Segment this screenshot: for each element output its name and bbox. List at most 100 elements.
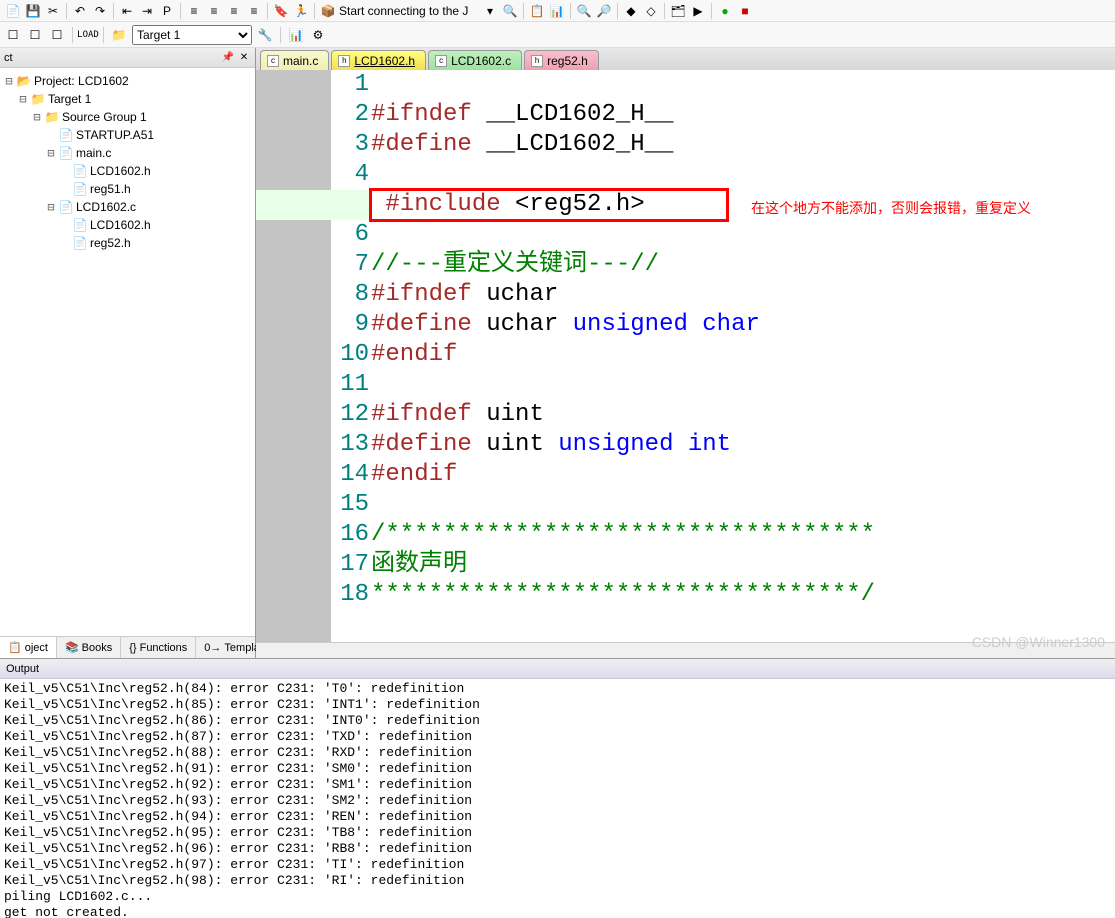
file-icon: 📄 — [72, 218, 88, 232]
file-icon: 📄 — [72, 236, 88, 250]
tool-icon[interactable]: ⇥ — [138, 2, 156, 20]
options-icon[interactable]: 🔧 — [256, 26, 274, 44]
pin-icon[interactable]: 📌 — [221, 51, 235, 65]
tab-label: reg52.h — [547, 54, 588, 68]
tool-icon[interactable]: 📄 — [4, 2, 22, 20]
tree-toggle[interactable]: ⊟ — [44, 200, 58, 214]
config-icon[interactable]: ⚙ — [309, 26, 327, 44]
tab-books[interactable]: 📚 Books — [57, 637, 121, 658]
tab-label: Books — [82, 642, 113, 654]
tree-label[interactable]: LCD1602.h — [90, 164, 151, 178]
separator — [617, 3, 618, 19]
tool-icon[interactable]: ≡ — [205, 2, 223, 20]
toolbar-row-2: ☐ ☐ ☐ LOAD 📁 Target 1 🔧 📊 ⚙ — [0, 22, 1115, 48]
separator — [280, 27, 281, 43]
tree-label[interactable]: reg51.h — [90, 182, 131, 196]
tree-label[interactable]: main.c — [76, 146, 111, 160]
tool-icon[interactable]: ✂ — [44, 2, 62, 20]
tab-main-c[interactable]: c main.c — [260, 50, 329, 70]
separator — [113, 3, 114, 19]
templates-icon: 0→ — [204, 642, 221, 654]
output-body[interactable]: Keil_v5\C51\Inc\reg52.h(84): error C231:… — [0, 679, 1115, 918]
tool-icon[interactable]: 🔖 — [272, 2, 290, 20]
file-icon: 📄 — [72, 182, 88, 196]
tool-icon[interactable]: ● — [716, 2, 734, 20]
tool-icon[interactable]: 💾 — [24, 2, 42, 20]
separator — [523, 3, 524, 19]
tool-icon[interactable]: 🗂 — [669, 2, 687, 20]
tree-label[interactable]: Source Group 1 — [62, 110, 147, 124]
panel-title: ct — [4, 52, 13, 64]
code-body[interactable]: 在这个地方不能添加，否则会报错，重复定义 #ifndef __LCD1602_H… — [371, 70, 1115, 642]
tool-icon[interactable]: 📊 — [548, 2, 566, 20]
tool-icon[interactable]: ≡ — [185, 2, 203, 20]
toolbar-row-1: 📄 💾 ✂ ↶ ↷ ⇤ ⇥ P ≡ ≡ ≡ ≡ 🔖 🏃 📦 Start conn… — [0, 0, 1115, 22]
tab-project[interactable]: 📋 oject — [0, 637, 57, 658]
tree-label[interactable]: Project: LCD1602 — [34, 74, 129, 88]
tab-lcd1602-c[interactable]: c LCD1602.c — [428, 50, 522, 70]
zoom-out-icon[interactable]: 🔎 — [595, 2, 613, 20]
separator — [711, 3, 712, 19]
tab-label: LCD1602.c — [451, 54, 511, 68]
separator — [267, 3, 268, 19]
tool-icon[interactable]: 🔍 — [501, 2, 519, 20]
tree-toggle[interactable]: ⊟ — [2, 74, 16, 88]
tool-icon[interactable]: ≡ — [225, 2, 243, 20]
project-icon: 📂 — [16, 74, 32, 88]
output-title: Output — [6, 663, 39, 675]
target-icon[interactable]: 📁 — [110, 26, 128, 44]
tool-icon[interactable]: 🏃 — [292, 2, 310, 20]
main-area: ct 📌 ✕ ⊟ 📂 Project: LCD1602 ⊟ 📁 Target 1… — [0, 48, 1115, 658]
tab-functions[interactable]: {} Functions — [121, 637, 196, 658]
tree-toggle[interactable]: ⊟ — [16, 92, 30, 106]
tool-icon[interactable]: ⇤ — [118, 2, 136, 20]
tool-icon[interactable]: P — [158, 2, 176, 20]
line-number-gutter: 123456789101112131415161718 — [331, 70, 371, 642]
download-icon[interactable]: LOAD — [79, 26, 97, 44]
tool-icon[interactable]: ▶ — [689, 2, 707, 20]
tool-icon[interactable]: ■ — [736, 2, 754, 20]
output-header: Output — [0, 659, 1115, 679]
tree-toggle[interactable]: ⊟ — [30, 110, 44, 124]
manage-icon[interactable]: 📊 — [287, 26, 305, 44]
rebuild-icon[interactable]: ☐ — [48, 26, 66, 44]
editor-area: c main.c h LCD1602.h c LCD1602.c h reg52… — [256, 48, 1115, 658]
target-select[interactable]: Target 1 — [132, 25, 252, 45]
close-icon[interactable]: ✕ — [237, 51, 251, 65]
books-icon: 📚 — [65, 641, 79, 654]
file-icon: h — [531, 55, 543, 67]
tab-label: oject — [25, 642, 48, 654]
tab-reg52-h[interactable]: h reg52.h — [524, 50, 599, 70]
tool-icon[interactable]: ↶ — [71, 2, 89, 20]
tool-icon[interactable]: ◇ — [642, 2, 660, 20]
tool-icon[interactable]: ≡ — [245, 2, 263, 20]
build-all-icon[interactable]: ☐ — [26, 26, 44, 44]
tree-label[interactable]: reg52.h — [90, 236, 131, 250]
separator — [664, 3, 665, 19]
tool-icon[interactable]: ▾ — [481, 2, 499, 20]
project-tree[interactable]: ⊟ 📂 Project: LCD1602 ⊟ 📁 Target 1 ⊟ 📁 So… — [0, 68, 255, 636]
tree-label[interactable]: LCD1602.h — [90, 218, 151, 232]
tool-icon[interactable]: 📋 — [528, 2, 546, 20]
panel-tab-strip: 📋 oject 📚 Books {} Functions 0→ Template… — [0, 636, 255, 658]
tree-label[interactable]: STARTUP.A51 — [76, 128, 154, 142]
tab-label: Functions — [140, 642, 188, 654]
separator — [314, 3, 315, 19]
file-icon: 📄 — [58, 146, 74, 160]
file-icon: 📄 — [58, 128, 74, 142]
tab-lcd1602-h[interactable]: h LCD1602.h — [331, 50, 426, 70]
tree-label[interactable]: Target 1 — [48, 92, 91, 106]
tree-label[interactable]: LCD1602.c — [76, 200, 136, 214]
separator — [103, 27, 104, 43]
annotation-text: 在这个地方不能添加，否则会报错，重复定义 — [751, 198, 1031, 218]
tool-icon[interactable]: 📦 — [319, 2, 337, 20]
tab-label: LCD1602.h — [354, 54, 415, 68]
tool-icon[interactable]: ↷ — [91, 2, 109, 20]
separator — [180, 3, 181, 19]
project-tab-icon: 📋 — [8, 641, 22, 654]
code-editor[interactable]: 123456789101112131415161718 在这个地方不能添加，否则… — [256, 70, 1115, 642]
build-icon[interactable]: ☐ — [4, 26, 22, 44]
tool-icon[interactable]: ◆ — [622, 2, 640, 20]
tree-toggle[interactable]: ⊟ — [44, 146, 58, 160]
zoom-in-icon[interactable]: 🔍 — [575, 2, 593, 20]
